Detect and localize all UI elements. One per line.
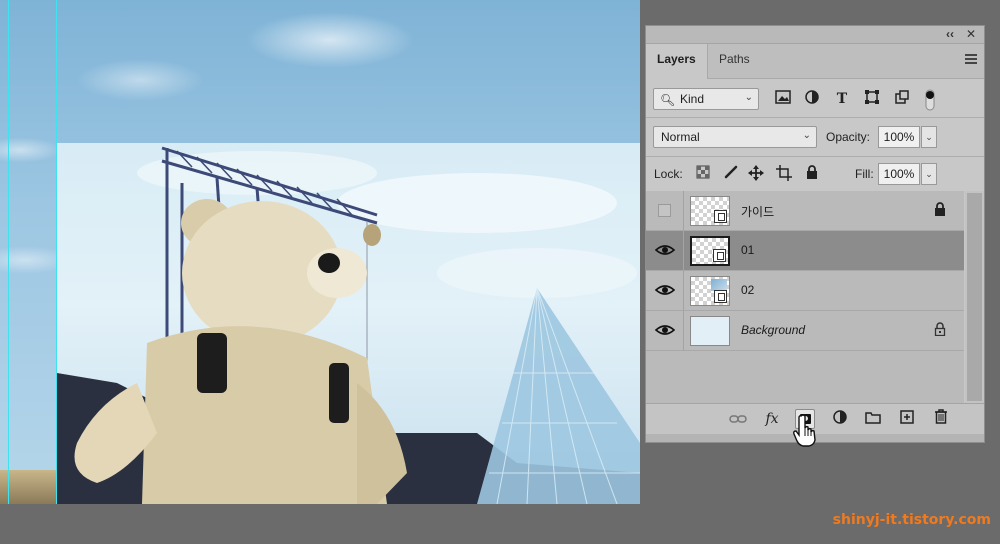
smart-object-badge-icon [714, 290, 727, 303]
search-icon: 🔍︎ [660, 93, 676, 107]
blend-mode-row: Normal ⌄ Opacity: 100% ⌄ [646, 118, 984, 157]
smart-object-badge-icon [714, 210, 727, 223]
shape-filter-icon[interactable] [862, 89, 882, 109]
row-divider [683, 271, 684, 311]
adjustment-filter-icon[interactable] [802, 89, 822, 109]
collapse-panel-icon[interactable]: ‹‹ [946, 26, 954, 43]
adjustment-layer-icon[interactable] [830, 409, 850, 429]
layer-thumbnail[interactable] [690, 196, 730, 226]
ground-image-edge [0, 470, 60, 504]
watermark-text: shinyj-it.tistory.com [832, 512, 991, 528]
close-panel-icon[interactable]: ✕ [966, 26, 976, 43]
opacity-input[interactable]: 100% [878, 126, 920, 148]
row-divider [683, 191, 684, 231]
lock-position-icon[interactable] [747, 165, 765, 183]
layer-row-guide[interactable]: 가이드 [646, 191, 964, 231]
layers-scrollbar[interactable] [965, 191, 984, 403]
image-filter-icon[interactable] [773, 89, 793, 109]
lock-transparent-pixels-icon[interactable] [694, 165, 712, 183]
lock-all-icon[interactable] [803, 165, 821, 183]
layer-thumbnail[interactable] [690, 276, 730, 306]
row-divider [683, 311, 684, 351]
tab-layers[interactable]: Layers [646, 44, 708, 79]
guide-line-image-edge[interactable] [56, 0, 57, 504]
layer-thumbnail[interactable] [690, 316, 730, 346]
visibility-toggle-off[interactable] [658, 204, 671, 217]
panel-title-bar[interactable]: ‹‹ ✕ [646, 26, 984, 44]
layer-name[interactable]: 02 [741, 283, 754, 297]
lock-label: Lock: [654, 167, 683, 181]
eye-icon[interactable] [654, 322, 676, 338]
document-canvas[interactable] [0, 0, 640, 504]
layer-row-01[interactable]: 01 [646, 231, 964, 271]
lock-row: Lock: Fill: 100% ⌄ [646, 157, 984, 191]
layer-row-02[interactable]: 02 [646, 271, 964, 311]
fill-input[interactable]: 100% [878, 163, 920, 185]
blend-mode-value: Normal [661, 130, 700, 144]
fill-label: Fill: [855, 167, 874, 181]
lock-image-pixels-icon[interactable] [722, 165, 740, 183]
layer-name[interactable]: Background [741, 323, 805, 337]
layer-thumbnail[interactable] [690, 236, 730, 266]
layers-list[interactable]: 가이드 01 02 Background [646, 191, 964, 403]
scrollbar-thumb[interactable] [967, 193, 982, 401]
layer-name[interactable]: 가이드 [741, 203, 774, 220]
chevron-down-icon: ⌄ [802, 130, 811, 141]
filter-toggle-icon[interactable] [920, 89, 940, 111]
teddy-bear-photo-layer [57, 143, 640, 504]
eye-icon[interactable] [654, 242, 676, 258]
layer-filter-row: 🔍︎ Kind ⌄ T [646, 79, 984, 118]
eye-icon[interactable] [654, 282, 676, 298]
opacity-dropdown-button[interactable]: ⌄ [921, 126, 937, 148]
smart-object-filter-icon[interactable] [892, 89, 912, 109]
layer-locked-icon [934, 202, 946, 219]
new-group-icon[interactable] [863, 409, 883, 429]
opacity-label: Opacity: [826, 130, 871, 144]
smart-object-badge-icon [713, 249, 726, 262]
blend-mode-select[interactable]: Normal ⌄ [653, 126, 817, 148]
delete-layer-icon[interactable] [931, 409, 951, 429]
type-filter-icon[interactable]: T [832, 89, 852, 109]
panel-menu-icon[interactable] [965, 54, 977, 64]
tab-paths[interactable]: Paths [708, 44, 761, 78]
lock-artboard-icon[interactable] [775, 165, 793, 183]
chevron-down-icon: ⌄ [744, 92, 753, 103]
row-divider [683, 231, 684, 271]
layer-name[interactable]: 01 [741, 243, 754, 257]
layers-panel: ‹‹ ✕ Layers Paths 🔍︎ Kind ⌄ T Normal ⌄ O… [645, 25, 985, 443]
fill-dropdown-button[interactable]: ⌄ [921, 163, 937, 185]
filter-kind-label: Kind [680, 92, 705, 106]
new-layer-icon[interactable] [897, 409, 917, 429]
filter-kind-select[interactable]: 🔍︎ Kind ⌄ [653, 88, 759, 110]
fx-icon[interactable]: fx [762, 409, 782, 429]
panel-tabs: Layers Paths [646, 44, 984, 79]
hand-pointer-cursor-icon [793, 414, 816, 447]
link-layers-icon[interactable] [728, 409, 748, 429]
layer-row-background[interactable]: Background [646, 311, 964, 351]
layer-locked-icon[interactable] [934, 322, 946, 339]
guide-line-left[interactable] [8, 0, 9, 504]
fx-label: fx [765, 411, 779, 427]
